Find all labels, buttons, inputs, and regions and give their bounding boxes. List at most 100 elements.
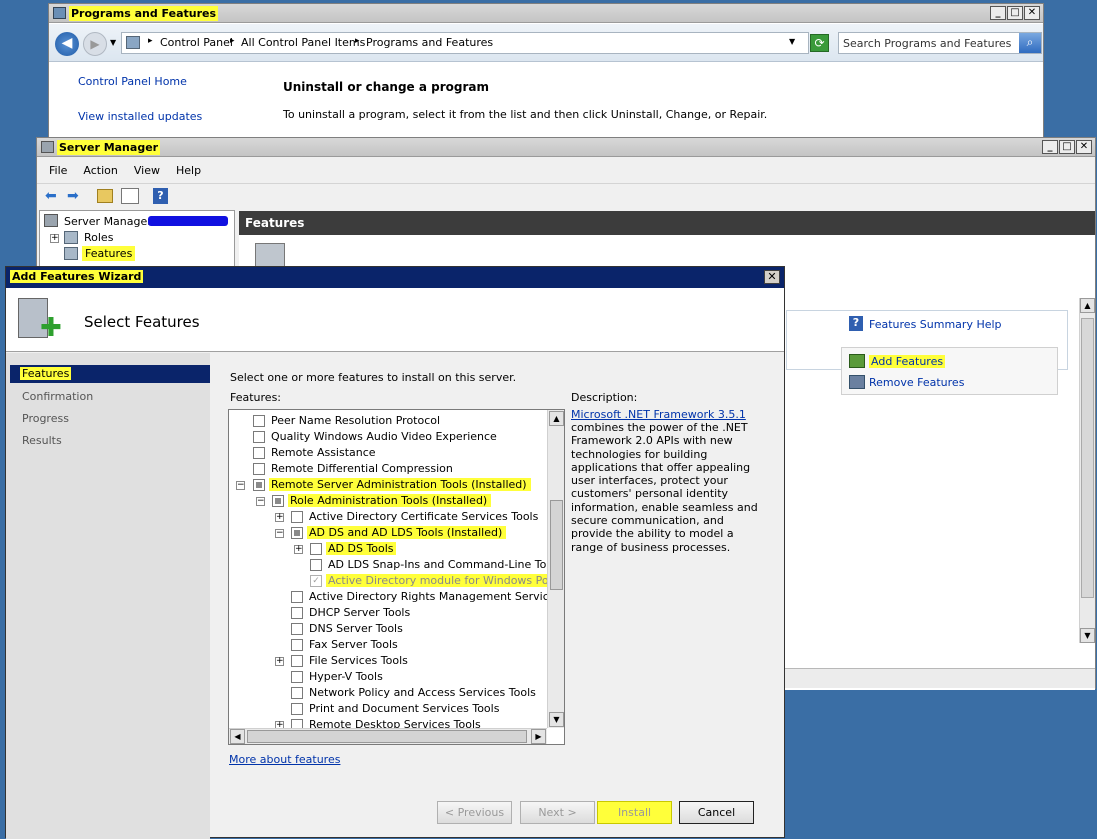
up-folder-icon[interactable]	[97, 189, 113, 203]
step-confirmation[interactable]: Confirmation	[22, 390, 93, 403]
feature-item[interactable]: Active Directory Certificate Services To…	[309, 510, 538, 523]
minimize-button[interactable]: _	[990, 6, 1006, 20]
back-icon[interactable]: ⬅	[45, 188, 57, 204]
install-button[interactable]: Install	[597, 801, 672, 824]
expand-icon[interactable]: +	[275, 513, 284, 522]
scroll-thumb[interactable]	[247, 730, 527, 743]
expand-icon[interactable]: +	[50, 234, 59, 243]
tree-features[interactable]: Features	[82, 246, 136, 261]
feature-item[interactable]: AD DS Tools	[326, 542, 396, 555]
cancel-button[interactable]: Cancel	[679, 801, 754, 824]
description-link[interactable]: Microsoft .NET Framework 3.5.1	[571, 408, 746, 421]
control-panel-home-link[interactable]: Control Panel Home	[78, 75, 187, 88]
feature-checkbox[interactable]	[291, 527, 303, 539]
feature-item[interactable]: Network Policy and Access Services Tools	[309, 686, 536, 699]
step-results[interactable]: Results	[22, 434, 62, 447]
forward-icon[interactable]: ➡	[67, 188, 79, 204]
scroll-thumb[interactable]	[550, 500, 563, 590]
search-input[interactable]: Search Programs and Features	[843, 37, 1011, 50]
feature-item[interactable]: Peer Name Resolution Protocol	[271, 414, 440, 427]
menu-help[interactable]: Help	[168, 160, 209, 182]
feature-checkbox[interactable]	[272, 495, 284, 507]
feature-item[interactable]: Remote Server Administration Tools (Inst…	[269, 478, 531, 491]
feature-checkbox[interactable]	[253, 479, 265, 491]
scroll-down-icon[interactable]: ▼	[549, 712, 564, 727]
feature-checkbox[interactable]	[310, 543, 322, 555]
more-about-features-link[interactable]: More about features	[229, 753, 340, 766]
maximize-button[interactable]: □	[1059, 140, 1075, 154]
feature-item[interactable]: DHCP Server Tools	[309, 606, 410, 619]
maximize-button[interactable]: □	[1007, 6, 1023, 20]
collapse-icon[interactable]: −	[275, 529, 284, 538]
feature-item[interactable]: Fax Server Tools	[309, 638, 398, 651]
feature-checkbox[interactable]	[291, 591, 303, 603]
address-dropdown-icon[interactable]: ▼	[789, 37, 795, 46]
help-icon[interactable]: ?	[153, 188, 168, 204]
scroll-thumb[interactable]	[1081, 318, 1094, 598]
history-dropdown-icon[interactable]: ▼	[110, 38, 116, 47]
feature-checkbox[interactable]	[310, 559, 322, 571]
feature-item[interactable]: DNS Server Tools	[309, 622, 403, 635]
menu-view[interactable]: View	[126, 160, 168, 182]
feature-item[interactable]: Print and Document Services Tools	[309, 702, 499, 715]
feature-item[interactable]: Remote Assistance	[271, 446, 376, 459]
add-features-link[interactable]: Add Features	[869, 355, 946, 368]
server-manager-titlebar[interactable]: Server Manager _ □ ✕	[37, 138, 1095, 157]
feature-item[interactable]: Remote Differential Compression	[271, 462, 453, 475]
list-vertical-scrollbar[interactable]: ▲ ▼	[547, 410, 564, 728]
feature-item[interactable]: Active Directory Rights Management Servi…	[309, 590, 564, 603]
address-separator-icon[interactable]: ▸	[148, 36, 153, 46]
search-box[interactable]: Search Programs and Features ⌕	[838, 32, 1042, 54]
previous-button[interactable]: < Previous	[437, 801, 512, 824]
feature-checkbox[interactable]	[253, 447, 265, 459]
scroll-down-icon[interactable]: ▼	[1080, 628, 1095, 643]
features-summary-help-link[interactable]: Features Summary Help	[869, 318, 1002, 331]
feature-checkbox[interactable]	[291, 655, 303, 667]
feature-checkbox[interactable]	[253, 431, 265, 443]
tree-root[interactable]: Server Manager	[64, 215, 152, 228]
minimize-button[interactable]: _	[1042, 140, 1058, 154]
programs-titlebar[interactable]: Programs and Features _ □ ✕	[49, 4, 1043, 23]
address-separator-icon[interactable]: ▸	[230, 36, 235, 46]
tree-roles[interactable]: Roles	[84, 231, 113, 244]
feature-item[interactable]: AD LDS Snap-Ins and Command-Line Tools	[328, 558, 562, 571]
feature-checkbox[interactable]	[291, 511, 303, 523]
refresh-icon[interactable]: ⟳	[810, 34, 829, 52]
expand-icon[interactable]: +	[275, 657, 284, 666]
next-button[interactable]: Next >	[520, 801, 595, 824]
feature-checkbox[interactable]	[291, 671, 303, 683]
feature-item[interactable]: Hyper-V Tools	[309, 670, 383, 683]
feature-checkbox-checked-disabled[interactable]: ✓	[310, 575, 322, 587]
feature-checkbox[interactable]	[291, 703, 303, 715]
feature-checkbox[interactable]	[291, 687, 303, 699]
feature-item[interactable]: Active Directory module for Windows Powe…	[326, 574, 564, 587]
address-crumb-3[interactable]: Programs and Features	[366, 36, 493, 49]
step-progress[interactable]: Progress	[22, 412, 69, 425]
feature-checkbox[interactable]	[253, 415, 265, 427]
close-icon[interactable]: ✕	[764, 270, 780, 284]
feature-checkbox[interactable]	[291, 623, 303, 635]
scroll-up-icon[interactable]: ▲	[549, 411, 564, 426]
expand-icon[interactable]: +	[294, 545, 303, 554]
address-crumb-2[interactable]: All Control Panel Items	[241, 36, 365, 49]
address-crumb-1[interactable]: Control Panel	[160, 36, 233, 49]
wizard-titlebar[interactable]: Add Features Wizard ✕	[6, 267, 784, 288]
feature-checkbox[interactable]	[253, 463, 265, 475]
scroll-up-icon[interactable]: ▲	[1080, 298, 1095, 313]
remove-features-link[interactable]: Remove Features	[869, 376, 964, 389]
feature-checkbox[interactable]	[291, 607, 303, 619]
show-hide-tree-icon[interactable]	[121, 188, 139, 204]
menu-file[interactable]: File	[37, 160, 75, 182]
menu-action[interactable]: Action	[75, 160, 125, 182]
scroll-right-icon[interactable]: ▶	[531, 729, 546, 744]
feature-item[interactable]: File Services Tools	[309, 654, 408, 667]
search-icon[interactable]: ⌕	[1019, 33, 1041, 53]
step-features[interactable]: Features	[10, 365, 210, 383]
collapse-icon[interactable]: −	[256, 497, 265, 506]
feature-item[interactable]: Quality Windows Audio Video Experience	[271, 430, 497, 443]
back-arrow-icon[interactable]: ◀	[55, 32, 79, 56]
feature-item[interactable]: AD DS and AD LDS Tools (Installed)	[307, 526, 507, 539]
forward-arrow-icon[interactable]: ▶	[83, 32, 107, 56]
feature-item[interactable]: Role Administration Tools (Installed)	[288, 494, 492, 507]
server-manager-scrollbar[interactable]: ▲ ▼	[1079, 298, 1095, 643]
